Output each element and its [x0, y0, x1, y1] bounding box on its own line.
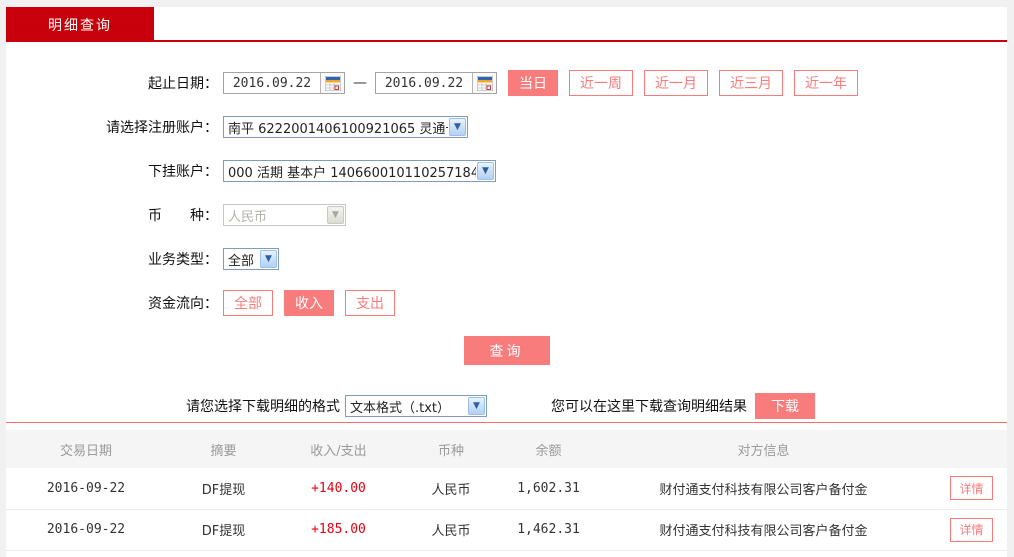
business-type-value: 全部 — [228, 253, 255, 269]
download-format-value: 文本格式（.txt） — [350, 400, 451, 416]
flow-expense-button[interactable]: 支出 — [345, 290, 395, 316]
cell-balance: 1,462.31 — [506, 509, 591, 551]
form-row-currency: 币 种： 人民币 ▼ — [6, 204, 1007, 226]
form-row-fund-flow: 资金流向： 全部 收入 支出 — [6, 290, 1007, 316]
quick-today-button[interactable]: 当日 — [508, 70, 558, 96]
chevron-down-icon: ▼ — [449, 118, 466, 136]
sub-account-select[interactable]: 000 活期 基本户 1406600101102571848 ▼ — [223, 160, 496, 182]
query-form: 起止日期： 2016.09.22 — 2016.09.22 当日 近一周 近一月… — [6, 42, 1007, 423]
table-row: 2016-09-22 DF提现 +185.00 人民币 1,462.31 财付通… — [6, 509, 1007, 551]
registered-account-select[interactable]: 南平 6222001406100921065 灵通卡 ▼ — [223, 116, 468, 138]
divider-line — [6, 422, 1007, 423]
col-header-in-out: 收入/支出 — [281, 430, 396, 468]
chevron-down-icon: ▼ — [260, 250, 277, 268]
cell-action: 详情 — [936, 509, 1007, 551]
content-panel: 明细查询 起止日期： 2016.09.22 — 2016.09.22 当日 近一… — [6, 7, 1007, 557]
calendar-icon-glyph — [324, 75, 341, 91]
col-header-summary: 摘要 — [166, 430, 281, 468]
cell-currency: 人民币 — [396, 509, 506, 551]
sub-account-label: 下挂账户： — [148, 164, 218, 180]
date-separator: — — [353, 75, 367, 91]
tab-detail-query[interactable]: 明细查询 — [6, 7, 154, 42]
cell-trade-date: 2016-09-22 — [6, 509, 166, 551]
detail-button[interactable]: 详情 — [950, 517, 993, 542]
start-date-input[interactable]: 2016.09.22 — [223, 72, 345, 94]
chevron-down-icon: ▼ — [327, 206, 344, 224]
currency-value: 人民币 — [228, 209, 268, 225]
flow-income-button[interactable]: 收入 — [284, 290, 334, 316]
download-hint: 您可以在这里下载查询明细结果 — [551, 399, 747, 415]
tab-bar: 明细查询 — [6, 7, 1007, 42]
col-header-action — [936, 430, 1007, 468]
cell-summary: DF提现 — [166, 509, 281, 551]
form-row-sub-account: 下挂账户： 000 活期 基本户 1406600101102571848 ▼ — [6, 160, 1007, 182]
chevron-down-icon: ▼ — [468, 397, 485, 415]
form-row-business-type: 业务类型： 全部 ▼ — [6, 248, 1007, 270]
date-range-label: 起止日期： — [148, 76, 218, 92]
download-row: 请您选择下载明细的格式 文本格式（.txt） ▼ 您可以在这里下载查询明细结果 … — [6, 393, 1007, 419]
sub-account-value: 000 活期 基本户 1406600101102571848 — [228, 165, 476, 181]
flow-all-button[interactable]: 全部 — [223, 290, 273, 316]
form-row-date-range: 起止日期： 2016.09.22 — 2016.09.22 当日 近一周 近一月… — [6, 70, 1007, 96]
business-type-label: 业务类型： — [148, 252, 218, 268]
quick-last-week-button[interactable]: 近一周 — [569, 70, 633, 96]
quick-last-3-months-button[interactable]: 近三月 — [719, 70, 783, 96]
table-row: 2016-09-22 DF提现 +140.00 人民币 1,602.31 财付通… — [6, 468, 1007, 510]
quick-last-year-button[interactable]: 近一年 — [794, 70, 858, 96]
registered-account-value: 南平 6222001406100921065 灵通卡 — [228, 121, 448, 137]
cell-amount: +185.00 — [281, 509, 396, 551]
quick-last-month-button[interactable]: 近一月 — [644, 70, 708, 96]
query-button-row: 查询 — [6, 336, 1007, 365]
business-type-select[interactable]: 全部 ▼ — [223, 248, 279, 270]
cell-action: 详情 — [936, 468, 1007, 510]
cell-trade-date: 2016-09-22 — [6, 468, 166, 510]
form-row-registered-account: 请选择注册账户： 南平 6222001406100921065 灵通卡 ▼ — [6, 116, 1007, 138]
cell-currency: 人民币 — [396, 468, 506, 510]
currency-label: 币 种： — [148, 208, 218, 224]
end-date-value: 2016.09.22 — [384, 75, 464, 91]
cell-summary: DF提现 — [166, 468, 281, 510]
calendar-icon[interactable] — [320, 73, 344, 93]
calendar-icon[interactable] — [472, 73, 496, 93]
chevron-down-icon: ▼ — [477, 162, 494, 180]
currency-select: 人民币 ▼ — [223, 204, 346, 226]
end-date-input[interactable]: 2016.09.22 — [375, 72, 497, 94]
col-header-trade-date: 交易日期 — [6, 430, 166, 468]
col-header-counterparty: 对方信息 — [591, 430, 936, 468]
col-header-balance: 余额 — [506, 430, 591, 468]
download-button[interactable]: 下载 — [755, 393, 815, 419]
results-table: 交易日期 摘要 收入/支出 币种 余额 对方信息 2016-09-22 DF提现… — [6, 430, 1007, 551]
start-date-value: 2016.09.22 — [232, 75, 312, 91]
query-button[interactable]: 查询 — [463, 336, 550, 365]
detail-button[interactable]: 详情 — [950, 476, 993, 501]
cell-counterparty: 财付通支付科技有限公司客户备付金 — [591, 468, 936, 510]
download-format-label: 请您选择下载明细的格式 — [186, 399, 340, 415]
table-header-row: 交易日期 摘要 收入/支出 币种 余额 对方信息 — [6, 430, 1007, 468]
registered-account-label: 请选择注册账户： — [106, 120, 218, 136]
col-header-currency: 币种 — [396, 430, 506, 468]
calendar-icon-glyph — [476, 75, 493, 91]
fund-flow-label: 资金流向： — [148, 296, 218, 312]
download-format-select[interactable]: 文本格式（.txt） ▼ — [345, 395, 487, 417]
cell-balance: 1,602.31 — [506, 468, 591, 510]
cell-amount: +140.00 — [281, 468, 396, 510]
cell-counterparty: 财付通支付科技有限公司客户备付金 — [591, 509, 936, 551]
